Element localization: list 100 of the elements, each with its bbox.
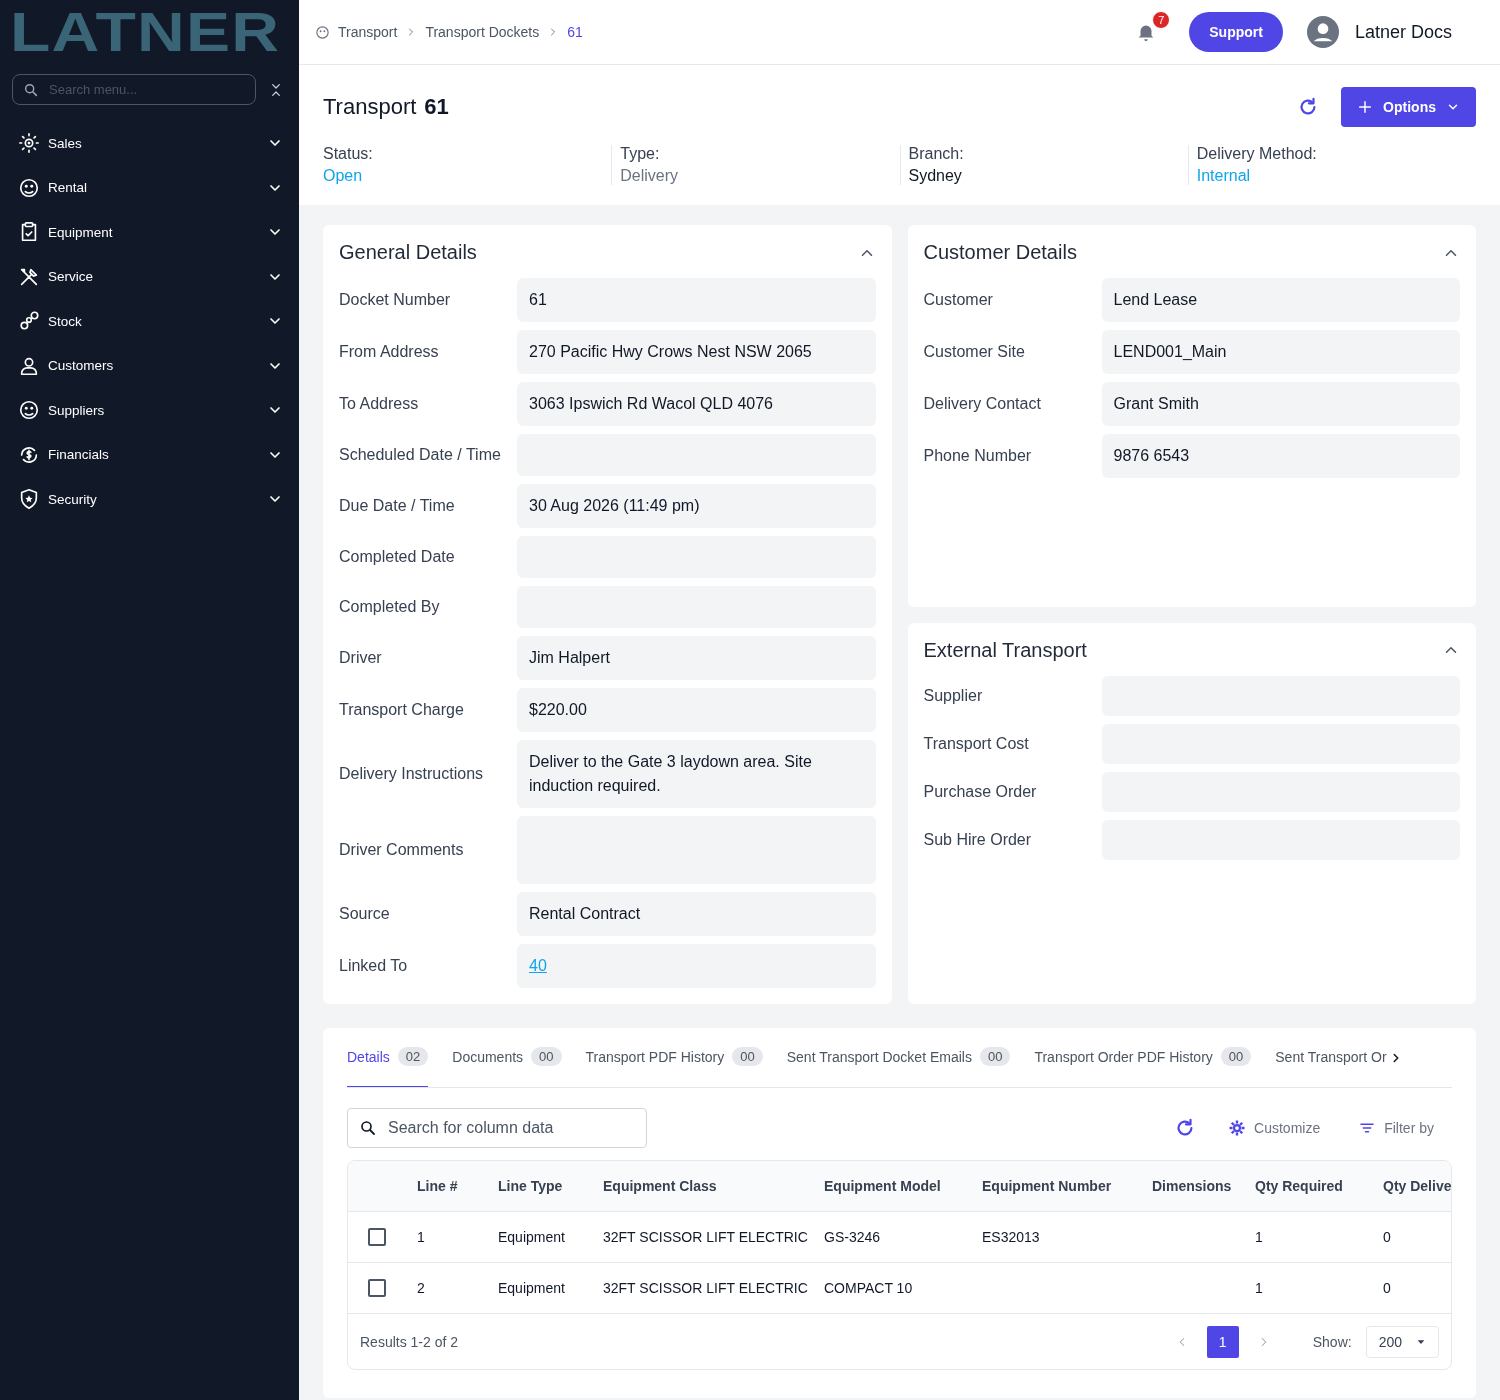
menu-item[interactable]: Equipment — [12, 210, 287, 255]
input-field[interactable]: Deliver to the Gate 3 laydown area. Site induction required. — [517, 740, 876, 808]
column-header: Qty Delive — [1371, 1161, 1451, 1211]
card-title: External Transport — [923, 638, 1087, 662]
column-header: Qty Required — [1243, 1161, 1371, 1211]
field-label: Completed By — [339, 598, 441, 616]
face-icon — [18, 399, 40, 422]
card-title: General Details — [339, 241, 477, 264]
page-title: Transport — [323, 94, 417, 120]
count-badge: 00 — [979, 1047, 1011, 1066]
table-cell: 1 — [1255, 1228, 1263, 1245]
menu-item[interactable]: Sales — [12, 121, 287, 166]
meta-label: Status: — [323, 145, 374, 163]
table-cell: 1 — [1255, 1279, 1263, 1296]
menu-item[interactable]: Rental — [12, 165, 287, 210]
row-checkbox[interactable] — [368, 1227, 386, 1246]
input-field[interactable]: $220.00 — [517, 688, 876, 732]
meta-label: Type: — [620, 145, 661, 163]
plus-icon — [1357, 99, 1374, 115]
logo: LATNER — [10, 6, 280, 58]
tab[interactable]: Transport Order PDF History 00 — [1034, 1028, 1252, 1087]
column-header: Line # — [405, 1161, 486, 1211]
notification-badge: 7 — [1152, 11, 1171, 29]
count-badge: 00 — [732, 1047, 763, 1066]
menu-item[interactable]: Customers — [12, 343, 287, 388]
table-cell: 2 — [417, 1279, 425, 1296]
field-label: Sub Hire Order — [923, 830, 1033, 849]
sun-icon — [18, 132, 40, 155]
table-cell: 32FT SCISSOR LIFT ELECTRIC — [603, 1228, 808, 1245]
avatar-icon[interactable] — [1306, 16, 1339, 48]
table-cell: Equipment — [498, 1279, 565, 1296]
table-cell: ES32013 — [982, 1228, 1040, 1245]
table-cell: 1 — [417, 1228, 425, 1245]
breadcrumb-link[interactable]: 61 — [567, 24, 583, 40]
field-label: Phone Number — [923, 447, 1033, 465]
field-label: Supplier — [923, 686, 984, 705]
show-label: Show: — [1312, 1333, 1352, 1350]
field-label: Purchase Order — [923, 782, 1038, 801]
meta-value: Internal — [1196, 167, 1252, 185]
meta-label: Delivery Method: — [1196, 145, 1318, 163]
field-label: Linked To — [339, 957, 409, 975]
breadcrumb-link[interactable]: Transport — [338, 24, 398, 40]
field-label: Source — [339, 905, 391, 923]
meta-value: Open — [323, 167, 364, 185]
menu-item[interactable]: Security — [12, 477, 287, 522]
table-cell: 32FT SCISSOR LIFT ELECTRIC — [603, 1279, 808, 1296]
column-header: Equipment Class — [591, 1161, 812, 1211]
input-field[interactable]: 30 Aug 2026 (11:49 pm) — [517, 484, 876, 528]
options-button[interactable]: Options — [1341, 87, 1476, 127]
user-name[interactable]: Latner Docs — [1354, 21, 1452, 43]
input-field[interactable]: 3063 Ipswich Rd Wacol QLD 4076 — [517, 382, 876, 426]
field-label: Transport Charge — [339, 701, 465, 719]
field-label: Delivery Contact — [923, 395, 1042, 413]
field-label: Docket Number — [339, 291, 452, 309]
field-label: Driver Comments — [339, 841, 465, 859]
table-cell: GS-3246 — [824, 1228, 881, 1245]
field-label: Customer Site — [923, 343, 1026, 361]
input-field[interactable]: Jim Halpert — [517, 636, 876, 680]
tab[interactable]: Transport PDF History 00 — [585, 1028, 763, 1087]
row-checkbox[interactable] — [368, 1278, 386, 1297]
tab[interactable]: Sent Transport Or — [1275, 1028, 1387, 1087]
search-icon — [359, 1119, 377, 1137]
input-field[interactable]: 270 Pacific Hwy Crows Nest NSW 2065 — [517, 330, 876, 374]
search-icon — [23, 82, 39, 98]
search-field[interactable]: Search menu... — [12, 74, 256, 105]
breadcrumb-link[interactable]: Transport Dockets — [425, 24, 540, 40]
meta-value: Delivery — [620, 167, 680, 185]
docket-number: 61 — [424, 94, 449, 120]
count-badge: 02 — [397, 1047, 429, 1066]
support-button[interactable]: Support — [1189, 12, 1283, 52]
input-field[interactable]: 61 — [517, 278, 876, 322]
table-cell: 0 — [1383, 1279, 1391, 1296]
input-field[interactable]: LEND001_Main — [1101, 330, 1460, 374]
tab[interactable]: Details 02 — [347, 1028, 429, 1087]
customize-button[interactable]: Customize — [1222, 1118, 1327, 1138]
results-count: Results 1-2 of 2 — [360, 1333, 459, 1350]
page-size-dropdown[interactable]: 200 — [1365, 1325, 1439, 1358]
menu-item[interactable]: Financials — [12, 432, 287, 477]
column-header: Line Type — [486, 1161, 591, 1211]
input-field[interactable]: Grant Smith — [1101, 382, 1460, 426]
shield-star-icon — [18, 488, 40, 511]
menu-item[interactable]: Stock — [12, 299, 287, 344]
gear-icon — [1228, 1119, 1247, 1137]
field-label: Transport Cost — [923, 734, 1030, 753]
input-field[interactable]: Rental Contract — [517, 892, 876, 936]
field-label: To Address — [339, 395, 420, 413]
menu-item[interactable]: Suppliers — [12, 388, 287, 433]
table-cell: Equipment — [498, 1228, 565, 1245]
tab[interactable]: Sent Transport Docket Emails 00 — [786, 1028, 1011, 1087]
field-label: Driver — [339, 649, 383, 667]
input-field[interactable]: Lend Lease — [1101, 278, 1460, 322]
tab[interactable]: Documents 00 — [452, 1028, 562, 1087]
field-label: From Address — [339, 343, 440, 361]
field-label: Scheduled Date / Time — [339, 446, 502, 464]
column-header: Dimensions — [1140, 1161, 1243, 1211]
input-field[interactable]: 9876 6543 — [1101, 434, 1460, 478]
page-button[interactable]: 1 — [1206, 1325, 1239, 1358]
menu-item[interactable]: Service — [12, 254, 287, 299]
table-cell: COMPACT 10 — [824, 1279, 913, 1296]
filter-button[interactable]: Filter by — [1352, 1118, 1440, 1138]
